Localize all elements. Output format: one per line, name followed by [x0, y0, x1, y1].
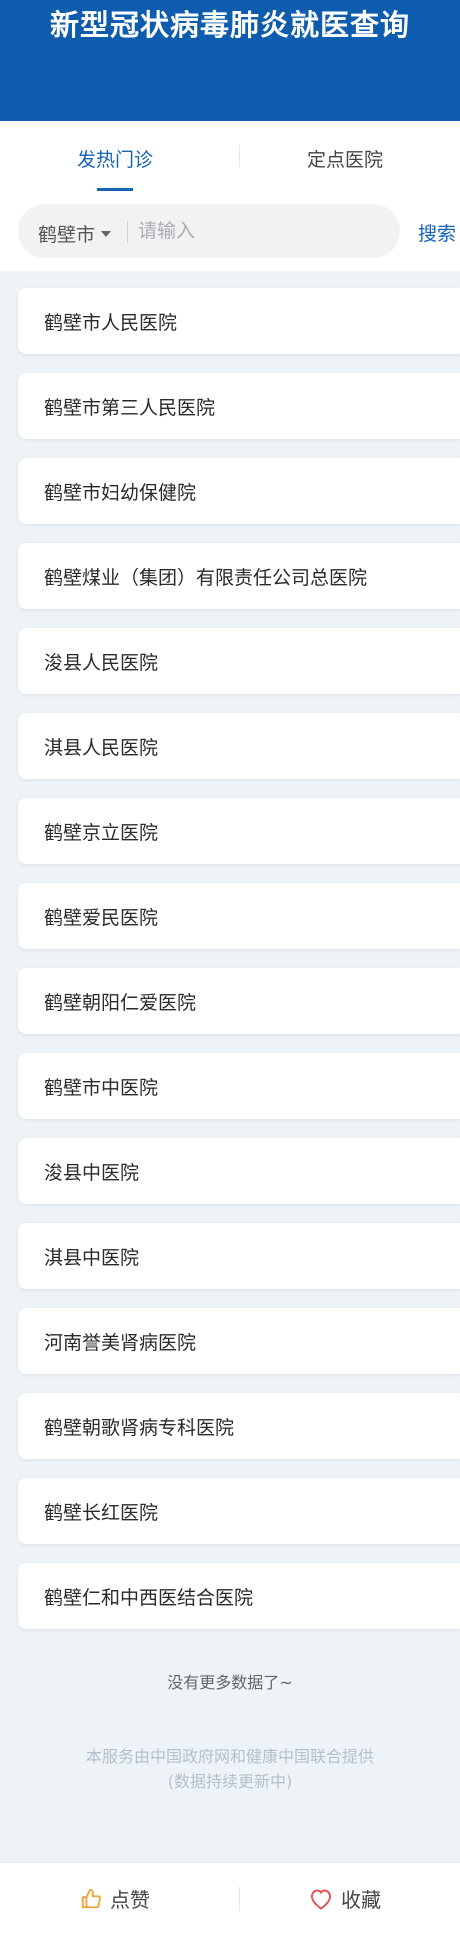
hospital-list-item[interactable]: 鹤壁爱民医院: [18, 883, 460, 949]
bottom-bar: 点赞 收藏: [0, 1862, 460, 1934]
favorite-label: 收藏: [341, 1888, 381, 1912]
heart-icon: [311, 1889, 331, 1909]
hospital-list-item[interactable]: 浚县中医院: [18, 1138, 460, 1204]
hospital-list: 鹤壁市人民医院鹤壁市第三人民医院 鹤壁市妇幼保健院鹤壁煤业（集团）有限责任公司总医…: [0, 288, 460, 1648]
hospital-name: 河南誉美肾病医院: [44, 1331, 197, 1354]
hospital-list-item[interactable]: 鹤壁仁和中西医结合医院: [18, 1563, 460, 1629]
hospital-list-item[interactable]: 淇县人民医院: [18, 713, 460, 779]
favorite-button[interactable]: 收藏: [230, 1863, 460, 1934]
hospital-name: 鹤壁市人民医院: [44, 311, 178, 334]
hospital-list-item[interactable]: 淇县中医院: [18, 1223, 460, 1289]
bottom-divider: [239, 1887, 240, 1911]
caret-down-icon: [101, 231, 112, 237]
search-divider: [127, 221, 128, 243]
hospital-list-item[interactable]: 鹤壁朝歌肾病专科医院: [18, 1393, 460, 1459]
hospital-list-item[interactable]: 鹤壁朝阳仁爱医院: [18, 968, 460, 1034]
tab-fever-clinic-label: 发热门诊: [76, 149, 153, 171]
hospital-name: 鹤壁爱民医院: [44, 906, 159, 929]
tab-bar: 发热门诊 定点医院: [0, 121, 460, 191]
footer-line-2: (数据持续更新中): [167, 1772, 293, 1791]
hospital-list-item[interactable]: 鹤壁市中医院: [18, 1053, 460, 1119]
footer-note: 本服务由中国政府网和健康中国联合提供 (数据持续更新中): [0, 1744, 460, 1794]
search-pill: 鹤壁市: [18, 204, 400, 258]
like-button[interactable]: 点赞: [0, 1863, 230, 1934]
search-input[interactable]: [138, 213, 388, 249]
like-label: 点赞: [110, 1888, 150, 1912]
hospital-name: 鹤壁市妇幼保健院: [44, 481, 197, 504]
hospital-list-item[interactable]: 鹤壁长红医院: [18, 1478, 460, 1544]
tab-designated-hospital-label: 定点医院: [306, 149, 383, 171]
hospital-list-item[interactable]: 鹤壁京立医院: [18, 798, 460, 864]
hospital-name: 鹤壁长红医院: [44, 1501, 159, 1524]
hospital-list-item[interactable]: 鹤壁煤业（集团）有限责任公司总医院: [18, 543, 460, 609]
hospital-list-item[interactable]: 河南誉美肾病医院: [18, 1308, 460, 1374]
hospital-list-item[interactable]: 浚县人民医院: [18, 628, 460, 694]
hospital-name: 淇县中医院: [44, 1246, 140, 1269]
city-selector[interactable]: 鹤壁市: [38, 220, 112, 247]
hospital-name: 鹤壁市第三人民医院: [44, 396, 216, 419]
hospital-name: 鹤壁朝阳仁爱医院: [44, 991, 197, 1014]
hospital-list-item[interactable]: 鹤壁市妇幼保健院: [18, 458, 460, 524]
hospital-name: 鹤壁煤业（集团）有限责任公司总医院: [44, 566, 368, 589]
hospital-name: 淇县人民医院: [44, 736, 159, 759]
hospital-name: 鹤壁市中医院: [44, 1076, 159, 1099]
tab-designated-hospital[interactable]: 定点医院: [230, 121, 460, 191]
hospital-name: 鹤壁朝歌肾病专科医院: [44, 1416, 235, 1439]
hospital-list-item[interactable]: 鹤壁市第三人民医院: [18, 373, 460, 439]
search-bar: 鹤壁市 搜索: [0, 191, 460, 271]
search-button[interactable]: 搜索: [418, 219, 456, 246]
tab-fever-clinic[interactable]: 发热门诊: [0, 121, 230, 191]
hospital-name: 鹤壁京立医院: [44, 821, 159, 844]
list-end-text: 没有更多数据了~: [167, 1673, 293, 1692]
header: 新型冠状病毒肺炎就医查询: [0, 0, 460, 121]
city-label: 鹤壁市: [38, 224, 96, 246]
hospital-list-item[interactable]: 鹤壁市人民医院: [18, 288, 460, 354]
hospital-name: 浚县中医院: [44, 1161, 140, 1184]
page-title: 新型冠状病毒肺炎就医查询: [49, 8, 410, 42]
hospital-name: 浚县人民医院: [44, 651, 159, 674]
thumbs-up-icon: [81, 1888, 101, 1908]
footer-line-1: 本服务由中国政府网和健康中国联合提供: [85, 1747, 374, 1766]
hospital-name: 鹤壁仁和中西医结合医院: [44, 1586, 254, 1609]
